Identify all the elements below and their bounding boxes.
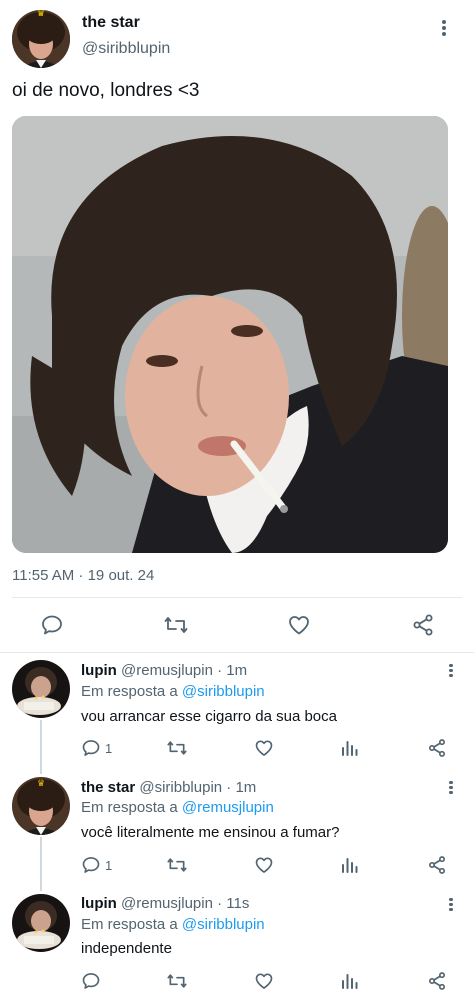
reply-count: 1 <box>105 857 113 873</box>
share-icon[interactable] <box>409 611 437 639</box>
tweet-photo[interactable] <box>12 116 448 553</box>
reply-actions: 1 <box>0 735 474 761</box>
reply-handle-time[interactable]: @remusjlupin · 1m <box>121 662 247 679</box>
reply-text: você literalmente me ensinou a fumar? <box>81 824 340 841</box>
reply-handle-time[interactable]: @siribblupin · 1m <box>139 779 256 796</box>
analytics-icon[interactable] <box>341 735 359 761</box>
reply-actions: 1 <box>0 852 474 878</box>
analytics-icon[interactable] <box>341 968 359 994</box>
like-icon[interactable] <box>254 852 274 878</box>
reply-button[interactable]: 1 <box>81 852 112 878</box>
retweet-icon[interactable] <box>166 852 188 878</box>
reply-count: 1 <box>105 740 113 756</box>
more-options-icon[interactable] <box>447 779 455 797</box>
reply-author-name[interactable]: the star <box>81 779 135 796</box>
reply-text: independente <box>81 940 172 957</box>
reply-icon[interactable] <box>38 611 66 639</box>
tweet-timestamp[interactable]: 11:55 AM · 19 out. 24 <box>12 567 154 584</box>
reply-author-name[interactable]: lupin <box>81 662 117 679</box>
more-options-icon[interactable] <box>447 896 455 914</box>
reply-icon <box>81 738 101 758</box>
reply-author-name[interactable]: lupin <box>81 895 117 912</box>
share-icon[interactable] <box>427 968 447 994</box>
retweet-icon[interactable] <box>162 611 190 639</box>
like-icon[interactable] <box>254 968 274 994</box>
mention-link[interactable]: @remusjlupin <box>182 799 274 816</box>
reply-actions <box>0 968 474 994</box>
tweet-text: oi de novo, londres <3 <box>12 80 200 101</box>
like-icon[interactable] <box>285 611 313 639</box>
reply-button[interactable] <box>81 968 105 994</box>
mention-link[interactable]: @siribblupin <box>182 916 265 933</box>
reply-avatar[interactable] <box>12 894 70 952</box>
reply-avatar[interactable] <box>12 660 70 718</box>
in-reply-to: Em resposta a @remusjlupin <box>81 799 274 816</box>
more-options-icon[interactable] <box>447 662 455 680</box>
author-name[interactable]: the star <box>82 14 140 32</box>
in-reply-to: Em resposta a @siribblupin <box>81 916 265 933</box>
divider <box>12 597 462 598</box>
retweet-icon[interactable] <box>166 968 188 994</box>
reply-icon <box>81 855 101 875</box>
tweet-actions <box>0 605 474 645</box>
share-icon[interactable] <box>427 735 447 761</box>
reply-handle-time[interactable]: @remusjlupin · 11s <box>121 895 249 912</box>
retweet-icon[interactable] <box>166 735 188 761</box>
reply-icon <box>81 971 101 991</box>
crown-icon: ♛ <box>36 10 46 19</box>
in-reply-to: Em resposta a @siribblupin <box>81 683 265 700</box>
divider <box>0 652 474 653</box>
reply-avatar[interactable]: ♛ <box>12 777 70 835</box>
share-icon[interactable] <box>427 852 447 878</box>
author-avatar[interactable]: ♛ <box>12 10 70 68</box>
more-options-icon[interactable] <box>440 18 448 40</box>
mention-link[interactable]: @siribblupin <box>182 683 265 700</box>
svg-text:♛: ♛ <box>37 779 45 789</box>
analytics-icon[interactable] <box>341 852 359 878</box>
author-handle[interactable]: @siribblupin <box>82 40 170 58</box>
reply-text: vou arrancar esse cigarro da sua boca <box>81 708 337 725</box>
like-icon[interactable] <box>254 735 274 761</box>
reply-button[interactable]: 1 <box>81 735 112 761</box>
